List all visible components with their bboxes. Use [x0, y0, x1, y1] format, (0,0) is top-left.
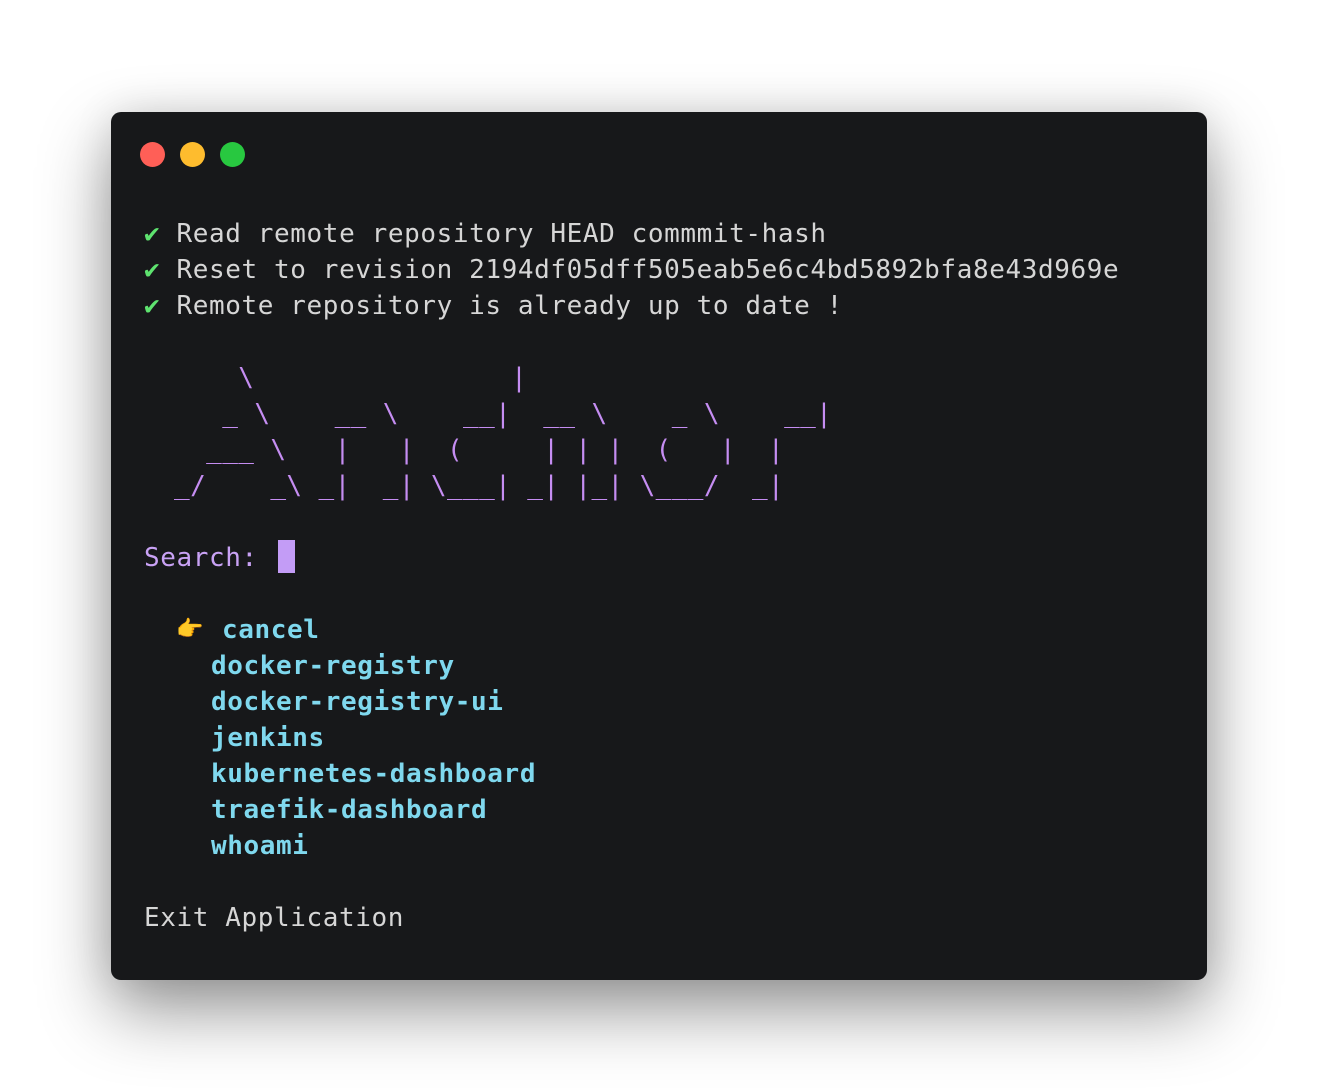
- search-label: Search:: [144, 543, 258, 573]
- ascii-banner: \ | _ \ __ \ __| __ \ _ \ __| ___ \ | | …: [174, 363, 833, 501]
- log-text: Read remote repository HEAD commmit-hash: [176, 219, 827, 249]
- log-line: ✔ Reset to revision 2194df05dff505eab5e6…: [144, 252, 1119, 288]
- menu-item-docker-registry[interactable]: docker-registry: [211, 648, 455, 684]
- log-text: Reset to revision 2194df05dff505eab5e6c4…: [176, 255, 1120, 285]
- menu-item-kubernetes-dashboard[interactable]: kubernetes-dashboard: [211, 756, 536, 792]
- menu-item-docker-registry-ui[interactable]: docker-registry-ui: [211, 684, 504, 720]
- log-line: ✔ Remote repository is already up to dat…: [144, 288, 843, 324]
- check-icon: ✔: [144, 255, 161, 285]
- terminal-output: ✔ Read remote repository HEAD commmit-ha…: [144, 112, 1187, 933]
- pointing-hand-icon: 👉: [176, 617, 204, 642]
- text-cursor: [278, 540, 296, 573]
- check-icon: ✔: [144, 291, 161, 321]
- log-text: Remote repository is already up to date …: [176, 291, 843, 321]
- menu-item-traefik-dashboard[interactable]: traefik-dashboard: [211, 792, 487, 828]
- log-line: ✔ Read remote repository HEAD commmit-ha…: [144, 216, 827, 252]
- search-prompt[interactable]: Search:: [144, 540, 296, 576]
- check-icon: ✔: [144, 219, 161, 249]
- exit-application[interactable]: Exit Application: [144, 900, 404, 936]
- terminal-window: ✔ Read remote repository HEAD commmit-ha…: [111, 112, 1207, 980]
- menu-item-cancel[interactable]: cancel: [222, 612, 320, 648]
- menu-item-jenkins[interactable]: jenkins: [211, 720, 325, 756]
- menu-item-whoami[interactable]: whoami: [211, 828, 309, 864]
